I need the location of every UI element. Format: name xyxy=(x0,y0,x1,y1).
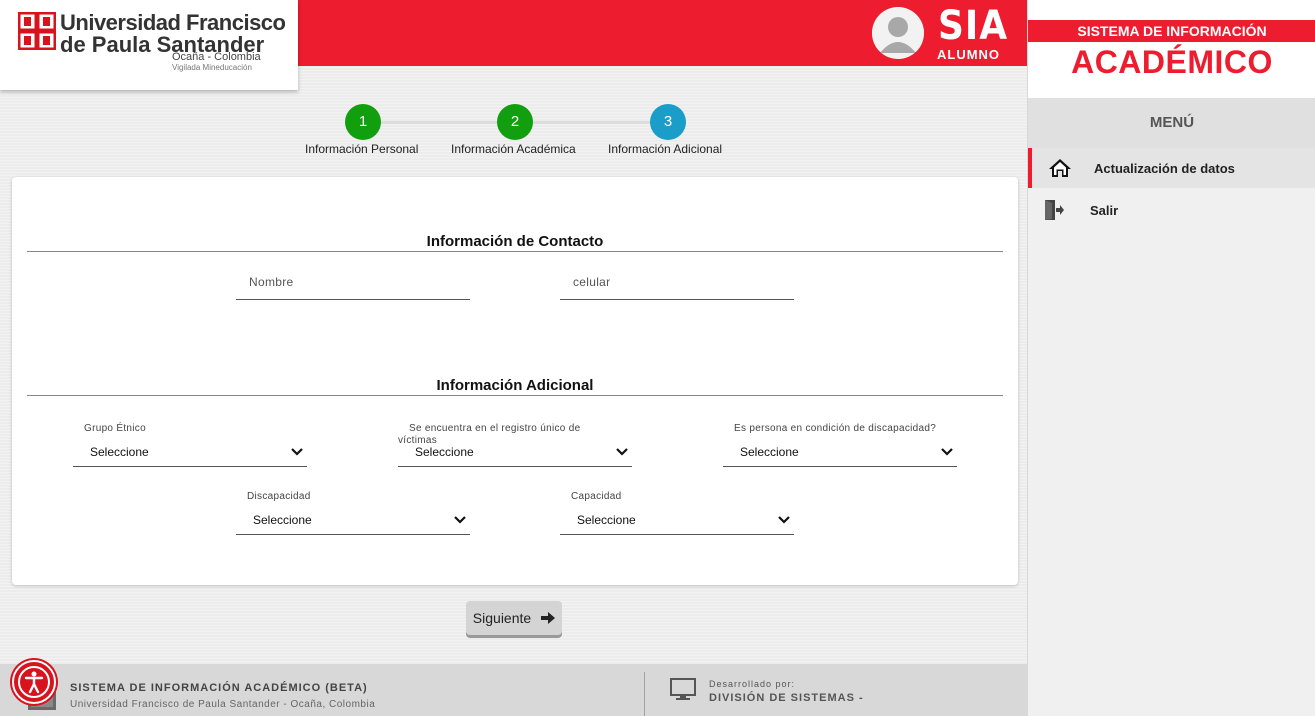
disability-value: Seleccione xyxy=(253,513,312,527)
disability-condition-label: Es persona en condición de discapacidad? xyxy=(734,423,937,434)
capacity-label: Capacidad xyxy=(571,491,622,502)
contact-section-divider xyxy=(27,251,1003,252)
capacity-value: Seleccione xyxy=(577,513,636,527)
next-button[interactable]: Siguiente xyxy=(466,601,562,635)
name-placeholder: Nombre xyxy=(249,275,294,289)
arrow-right-icon xyxy=(541,612,556,624)
capacity-select[interactable]: Capacidad Seleccione xyxy=(560,489,794,535)
sidebar-item-label: Salir xyxy=(1090,202,1119,218)
footer-developed-by: Desarrollado por: xyxy=(709,679,796,689)
victim-registry-select[interactable]: Se encuentra en el registro único de víc… xyxy=(398,421,632,467)
sidebar-menu-title: MENÚ xyxy=(1028,98,1315,148)
accessibility-icon xyxy=(18,666,50,698)
user-avatar-icon[interactable] xyxy=(872,7,924,59)
phone-input[interactable]: celular xyxy=(560,275,794,300)
accessibility-button[interactable] xyxy=(12,660,56,704)
additional-section-title: Información Adicional xyxy=(436,377,594,394)
step-3-circle[interactable]: 3 xyxy=(650,104,686,140)
sidebar-item-label: Actualización de datos xyxy=(1094,160,1235,176)
disability-condition-value: Seleccione xyxy=(740,445,799,459)
footer: SISTEMA DE INFORMACIÓN ACADÉMICO (BETA) … xyxy=(0,664,1027,716)
app-subtitle: ALUMNO xyxy=(937,47,1001,62)
phone-placeholder: celular xyxy=(573,275,611,289)
step-1-circle[interactable]: 1 xyxy=(345,104,381,140)
disability-select[interactable]: Discapacidad Seleccione xyxy=(236,489,470,535)
sidebar: SISTEMA DE INFORMACIÓN ACADÉMICO MENÚ Ac… xyxy=(1027,0,1315,716)
step-3-label: Información Adicional xyxy=(608,142,723,156)
name-input[interactable]: Nombre xyxy=(236,275,470,300)
logo-text-vigilada: Vigilada Mineducación xyxy=(172,63,252,72)
footer-division: DIVISIÓN DE SISTEMAS - xyxy=(709,692,864,704)
chevron-down-icon xyxy=(454,516,466,524)
chevron-down-icon xyxy=(778,516,790,524)
ethnic-group-label: Grupo Étnico xyxy=(84,423,146,434)
footer-subtitle: Universidad Francisco de Paula Santander… xyxy=(70,699,376,710)
disability-label: Discapacidad xyxy=(247,491,311,502)
form-card: Información de Contacto Nombre celular I… xyxy=(12,177,1018,585)
sidebar-item-salir[interactable]: Salir xyxy=(1028,190,1315,230)
app-title: SIA xyxy=(938,3,1009,49)
next-button-label: Siguiente xyxy=(472,610,532,626)
monitor-icon xyxy=(670,678,696,700)
ethnic-group-value: Seleccione xyxy=(90,445,149,459)
disability-condition-select[interactable]: Es persona en condición de discapacidad?… xyxy=(723,421,957,467)
ufps-logo-icon xyxy=(18,12,56,50)
sidebar-item-actualizacion[interactable]: Actualización de datos xyxy=(1028,148,1315,188)
footer-title: SISTEMA DE INFORMACIÓN ACADÉMICO (BETA) xyxy=(70,682,368,694)
university-logo[interactable]: Universidad Francisco de Paula Santander… xyxy=(0,0,298,90)
victim-registry-label: Se encuentra en el registro único de víc… xyxy=(398,423,581,446)
stepper-connector xyxy=(380,121,500,124)
step-2-circle[interactable]: 2 xyxy=(497,104,533,140)
contact-section-title: Información de Contacto xyxy=(426,233,604,250)
additional-section-divider xyxy=(27,395,1003,396)
chevron-down-icon xyxy=(616,448,628,456)
victim-registry-value: Seleccione xyxy=(415,445,474,459)
home-icon xyxy=(1046,157,1074,179)
chevron-down-icon xyxy=(941,448,953,456)
sidebar-system-line: SISTEMA DE INFORMACIÓN xyxy=(1028,20,1315,42)
sidebar-brand: SISTEMA DE INFORMACIÓN ACADÉMICO xyxy=(1028,0,1315,98)
logout-icon xyxy=(1040,199,1068,221)
sidebar-system-name: ACADÉMICO xyxy=(1071,44,1273,80)
logo-text-city: Ocaña - Colombia xyxy=(172,51,261,63)
step-1-label: Información Personal xyxy=(305,142,419,156)
ethnic-group-select[interactable]: Grupo Étnico Seleccione xyxy=(73,421,307,467)
stepper-connector xyxy=(533,121,653,124)
step-2-label: Información Académica xyxy=(451,142,576,156)
chevron-down-icon xyxy=(291,448,303,456)
footer-divider xyxy=(644,672,645,716)
